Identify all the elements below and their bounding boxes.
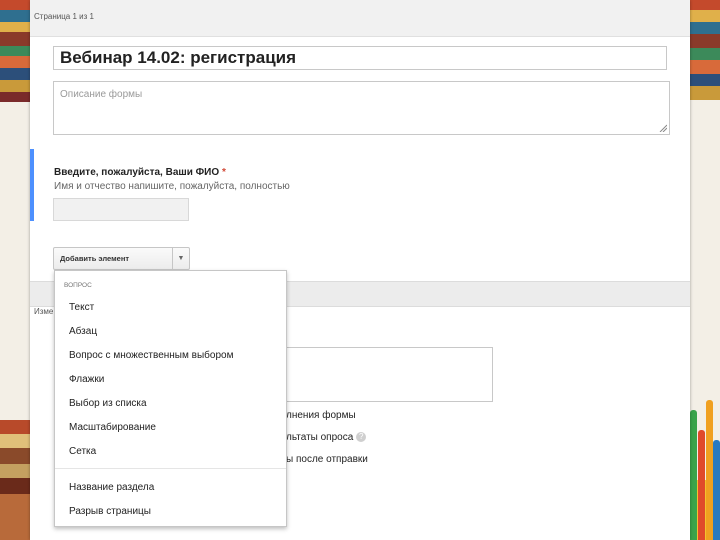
menu-item-checkboxes[interactable]: Флажки <box>69 374 104 385</box>
question-title-text: Введите, пожалуйста, Ваши ФИО <box>54 167 220 178</box>
menu-item-paragraph[interactable]: Абзац <box>69 326 97 337</box>
menu-item-choose-from-list[interactable]: Выбор из списка <box>69 398 147 409</box>
menu-divider <box>55 468 286 469</box>
add-element-button[interactable]: Добавить элемент ▼ <box>53 247 190 270</box>
menu-item-multiple-choice[interactable]: Вопрос с множественным выбором <box>69 350 233 361</box>
help-icon[interactable]: ? <box>356 432 367 443</box>
question-title: Введите, пожалуйста, Ваши ФИО * <box>54 167 226 178</box>
decorative-pencils-right <box>688 0 720 540</box>
selected-question-indicator <box>30 149 34 221</box>
confirmation-option-label: льтаты опроса <box>286 432 354 443</box>
menu-item-scale[interactable]: Масштабирование <box>69 422 156 433</box>
question-help-text: Имя и отчество напишите, пожалуйста, пол… <box>54 181 290 192</box>
confirmation-option-text[interactable]: льтаты опроса? <box>286 432 367 443</box>
menu-item-section-header[interactable]: Название раздела <box>69 482 154 493</box>
answer-text-field[interactable] <box>53 198 189 221</box>
add-element-label: Добавить элемент <box>60 254 130 263</box>
resize-handle-icon[interactable] <box>659 124 667 132</box>
required-mark: * <box>221 167 226 178</box>
decorative-books-left <box>0 0 32 540</box>
menu-item-grid[interactable]: Сетка <box>69 446 96 457</box>
add-element-dropdown-menu: ВОПРОС Текст Абзац Вопрос с множественны… <box>54 270 287 527</box>
menu-item-text[interactable]: Текст <box>69 302 94 313</box>
confirmation-option-text[interactable]: лнения формы <box>286 410 356 421</box>
page-header-bar: Страница 1 из 1 <box>30 0 690 37</box>
menu-item-page-break[interactable]: Разрыв страницы <box>69 506 151 517</box>
page-indicator: Страница 1 из 1 <box>34 12 94 21</box>
confirmation-label: Изме <box>34 307 54 316</box>
form-description-input[interactable]: Описание формы <box>53 81 670 135</box>
dropdown-arrow-icon[interactable]: ▼ <box>172 248 189 269</box>
confirmation-option-text[interactable]: ы после отправки <box>286 454 368 465</box>
menu-section-header: ВОПРОС <box>64 282 92 289</box>
form-title-input[interactable]: Вебинар 14.02: регистрация <box>53 46 667 70</box>
form-description-placeholder: Описание формы <box>60 89 143 100</box>
confirmation-message-input[interactable] <box>280 347 493 402</box>
